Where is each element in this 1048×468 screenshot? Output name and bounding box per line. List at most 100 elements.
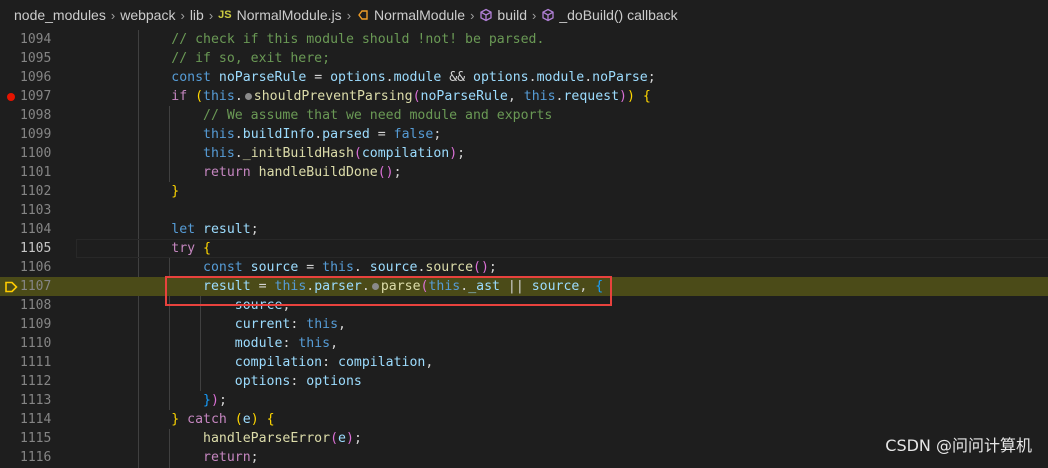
chevron-right-icon: › (110, 7, 116, 23)
code-line[interactable]: 1114 } catch (e) { (0, 410, 1048, 429)
code-line[interactable]: 1111 compilation: compilation, (0, 353, 1048, 372)
code-text: this.buildInfo.parsed = false; (76, 127, 442, 142)
line-number: 1116 (20, 450, 52, 465)
chevron-right-icon: › (470, 7, 475, 23)
method-symbol-icon (479, 8, 493, 22)
code-text: const source = this. source.source(); (76, 260, 497, 275)
code-line[interactable]: 1095 // if so, exit here; (0, 49, 1048, 68)
gutter-margin[interactable] (4, 68, 18, 87)
gutter-margin[interactable] (4, 334, 18, 353)
debug-stackframe-icon[interactable] (4, 277, 18, 296)
code-text: handleParseError(e); (76, 431, 362, 446)
code-line[interactable]: 1099 this.buildInfo.parsed = false; (0, 125, 1048, 144)
gutter-margin[interactable] (4, 239, 18, 258)
code-line[interactable]: 1103 (0, 201, 1048, 220)
javascript-file-icon: JS (218, 9, 232, 21)
gutter-margin[interactable] (4, 258, 18, 277)
line-number: 1100 (20, 146, 52, 161)
code-line[interactable]: 1113 }); (0, 391, 1048, 410)
line-number: 1097 (20, 89, 52, 104)
gutter-margin[interactable] (4, 125, 18, 144)
gutter-margin[interactable] (4, 353, 18, 372)
code-text: current: this, (76, 317, 346, 332)
code-line[interactable]: 1106 const source = this. source.source(… (0, 258, 1048, 277)
gutter-margin[interactable] (4, 296, 18, 315)
code-text: if (this. shouldPreventParsing(noParseRul… (76, 89, 651, 104)
code-line[interactable]: 1098 // We assume that we need module an… (0, 106, 1048, 125)
code-text: return; (76, 450, 259, 465)
breadcrumb: node_modules › webpack › lib › JS Normal… (0, 0, 1048, 30)
line-number: 1095 (20, 51, 52, 66)
code-text: // We assume that we need module and exp… (76, 108, 553, 123)
code-line[interactable]: 1100 this._initBuildHash(compilation); (0, 144, 1048, 163)
breadcrumb-item-file[interactable]: JS NormalModule.js (218, 7, 342, 23)
watermark: CSDN @问问计算机 (885, 436, 1032, 455)
gutter-margin[interactable] (4, 201, 18, 220)
breadcrumb-item-class[interactable]: NormalModule (356, 7, 465, 23)
line-number: 1113 (20, 393, 52, 408)
gutter-margin[interactable] (4, 220, 18, 239)
code-line[interactable]: 1112 options: options (0, 372, 1048, 391)
gutter-margin[interactable] (4, 410, 18, 429)
gutter-margin[interactable] (4, 372, 18, 391)
gutter-margin[interactable] (4, 391, 18, 410)
code-line[interactable]: 1096 const noParseRule = options.module … (0, 68, 1048, 87)
code-line[interactable]: 1102 } (0, 182, 1048, 201)
line-number: 1112 (20, 374, 52, 389)
code-text: return handleBuildDone(); (76, 165, 402, 180)
code-line[interactable]: 1101 return handleBuildDone(); (0, 163, 1048, 182)
gutter-margin[interactable] (4, 163, 18, 182)
gutter-margin[interactable] (4, 182, 18, 201)
breakpoint-icon[interactable] (4, 87, 18, 106)
code-editor[interactable]: 1094 // check if this module should !not… (0, 30, 1048, 468)
gutter-margin[interactable] (4, 429, 18, 448)
line-number: 1107 (20, 279, 52, 294)
code-line[interactable]: 1109 current: this, (0, 315, 1048, 334)
line-number: 1098 (20, 108, 52, 123)
code-text: let result; (76, 222, 259, 237)
code-text: this._initBuildHash(compilation); (76, 146, 466, 161)
line-number: 1104 (20, 222, 52, 237)
line-number: 1111 (20, 355, 52, 370)
line-number: 1115 (20, 431, 52, 446)
current-line-outline (76, 239, 1048, 258)
breadcrumb-item-callback[interactable]: _doBuild() callback (541, 7, 678, 23)
chevron-right-icon: › (346, 7, 352, 23)
line-number: 1101 (20, 165, 52, 180)
code-text: module: this, (76, 336, 339, 351)
chevron-right-icon: › (532, 7, 537, 23)
gutter-margin[interactable] (4, 106, 18, 125)
chevron-right-icon: › (208, 7, 214, 23)
breadcrumb-item-method[interactable]: build (479, 7, 527, 23)
gutter-margin[interactable] (4, 448, 18, 467)
line-number: 1105 (20, 241, 52, 256)
code-text: } (76, 184, 180, 199)
code-line[interactable]: 1110 module: this, (0, 334, 1048, 353)
line-number: 1103 (20, 203, 52, 218)
gutter-margin[interactable] (4, 315, 18, 334)
line-number: 1102 (20, 184, 52, 199)
gutter-margin[interactable] (4, 144, 18, 163)
code-text: options: options (76, 374, 362, 389)
code-text: // check if this module should !not! be … (76, 32, 545, 47)
code-text: }); (76, 393, 227, 408)
class-symbol-icon (356, 8, 370, 22)
code-text: const noParseRule = options.module && op… (76, 70, 656, 85)
line-number: 1110 (20, 336, 52, 351)
code-text: compilation: compilation, (76, 355, 434, 370)
code-line[interactable]: 1094 // check if this module should !not… (0, 30, 1048, 49)
line-number: 1106 (20, 260, 52, 275)
line-number: 1096 (20, 70, 52, 85)
gutter-margin[interactable] (4, 30, 18, 49)
code-line[interactable]: 1104 let result; (0, 220, 1048, 239)
gutter-margin[interactable] (4, 49, 18, 68)
method-symbol-icon (541, 8, 555, 22)
line-number: 1109 (20, 317, 52, 332)
breadcrumb-item-webpack[interactable]: webpack (120, 7, 175, 23)
breadcrumb-item-lib[interactable]: lib (190, 7, 204, 23)
line-number: 1099 (20, 127, 52, 142)
code-line[interactable]: 1097 if (this. shouldPreventParsing(noPar… (0, 87, 1048, 106)
breadcrumb-item-node-modules[interactable]: node_modules (14, 7, 106, 23)
highlight-annotation-box (165, 276, 612, 306)
inline-breakpoint-dot-icon[interactable] (244, 92, 252, 100)
